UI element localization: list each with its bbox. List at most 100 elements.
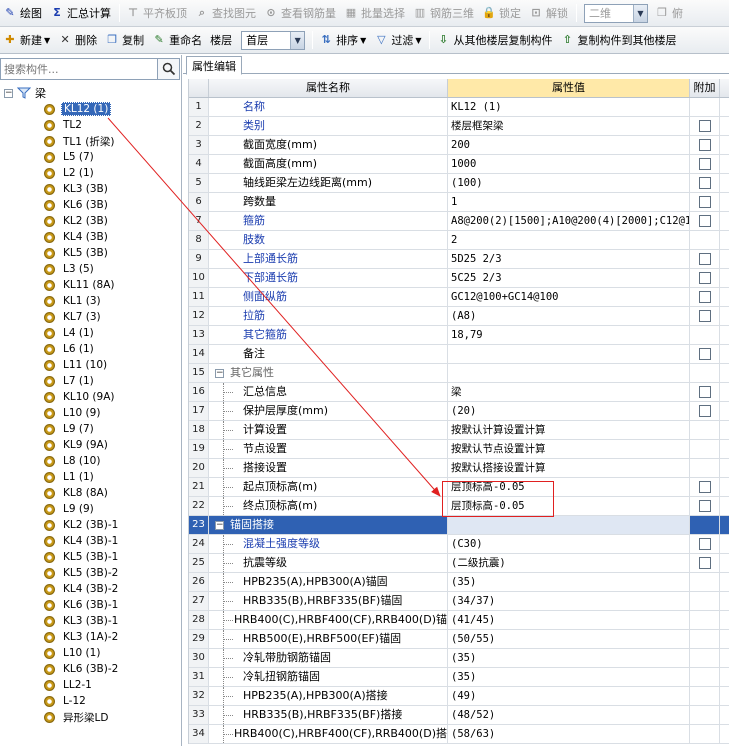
property-row[interactable]: 27 HRB335(B),HRBF335(BF)锚固 (34/37)	[189, 592, 729, 611]
tree-item[interactable]: L3 (5)	[0, 261, 180, 277]
property-row[interactable]: 10 下部通长筋 5C25 2/3	[189, 269, 729, 288]
property-value-cell[interactable]: (50/55)	[448, 630, 690, 648]
toolbar-button-lock[interactable]: 🔒 锁定	[479, 2, 524, 24]
tree-item[interactable]: TL1 (折梁)	[0, 133, 180, 149]
tree-item[interactable]: KL1 (3)	[0, 293, 180, 309]
view-mode-select[interactable]: 二维 ▼	[584, 3, 648, 23]
property-value-cell[interactable]: 2	[448, 231, 690, 249]
toolbar-button-draw[interactable]: ✎ 绘图	[0, 2, 45, 24]
property-row[interactable]: 33 HRB335(B),HRBF335(BF)搭接 (48/52)	[189, 706, 729, 725]
tree-item[interactable]: TL2	[0, 117, 180, 133]
extra-checkbox[interactable]	[698, 310, 711, 322]
property-row[interactable]: 7 箍筋 A8@200(2)[1500];A10@200(4)[2000];C12@…	[189, 212, 729, 231]
extra-checkbox[interactable]	[698, 500, 711, 512]
property-row[interactable]: 18 计算设置 按默认计算设置计算	[189, 421, 729, 440]
toolbar-button-align-top[interactable]: ⊤ 平齐板顶	[123, 2, 190, 24]
extra-checkbox[interactable]	[698, 177, 711, 189]
property-row[interactable]: 16 汇总信息 梁	[189, 383, 729, 402]
property-row[interactable]: 11 侧面纵筋 GC12@100+GC14@100	[189, 288, 729, 307]
property-value-cell[interactable]: (41/45)	[448, 611, 690, 629]
extra-checkbox[interactable]	[698, 196, 711, 208]
extra-checkbox[interactable]	[698, 158, 711, 170]
property-row[interactable]: 8 肢数 2	[189, 231, 729, 250]
property-value-cell[interactable]: 5D25 2/3	[448, 250, 690, 268]
property-row[interactable]: 12 拉筋 (A8)	[189, 307, 729, 326]
filter-button[interactable]: ▽ 过滤 ▼	[371, 29, 424, 51]
header-extra[interactable]: 附加	[690, 79, 720, 97]
property-row[interactable]: 2 类别 楼层框架梁	[189, 117, 729, 136]
tree-item[interactable]: KL5 (3B)-2	[0, 565, 180, 581]
new-button[interactable]: ✚ 新建 ▼	[0, 29, 53, 51]
tree-item[interactable]: KL3 (1A)-2	[0, 629, 180, 645]
property-value-cell[interactable]: 按默认搭接设置计算	[448, 459, 690, 477]
property-value-cell[interactable]: KL12 (1)	[448, 98, 690, 116]
tree-item[interactable]: L10 (9)	[0, 405, 180, 421]
toolbar-button-unlock[interactable]: ⊡ 解锁	[526, 2, 571, 24]
property-row[interactable]: 19 节点设置 按默认节点设置计算	[189, 440, 729, 459]
property-value-cell[interactable]: 楼层框架梁	[448, 117, 690, 135]
property-row[interactable]: 31 冷轧扭钢筋锚固 (35)	[189, 668, 729, 687]
search-input[interactable]	[0, 58, 158, 80]
tree-item[interactable]: L-12	[0, 693, 180, 709]
property-row[interactable]: 17 保护层厚度(mm) (20)	[189, 402, 729, 421]
property-row[interactable]: 20 搭接设置 按默认搭接设置计算	[189, 459, 729, 478]
tree-item[interactable]: KL2 (3B)	[0, 213, 180, 229]
property-value-cell[interactable]: 按默认节点设置计算	[448, 440, 690, 458]
tree-item[interactable]: KL2 (3B)-1	[0, 517, 180, 533]
tree-item[interactable]: KL10 (9A)	[0, 389, 180, 405]
tree-item[interactable]: KL8 (8A)	[0, 485, 180, 501]
property-row[interactable]: 30 冷轧带肋钢筋锚固 (35)	[189, 649, 729, 668]
floor-select[interactable]: 首层 ▼	[241, 30, 306, 50]
toolbar-button-rebar-3d[interactable]: ▥ 钢筋三维	[410, 2, 477, 24]
extra-checkbox[interactable]	[698, 405, 711, 417]
header-property-value[interactable]: 属性值	[448, 79, 690, 97]
property-row[interactable]: 3 截面宽度(mm) 200	[189, 136, 729, 155]
tree-item[interactable]: KL4 (3B)-2	[0, 581, 180, 597]
tree-item[interactable]: KL4 (3B)-1	[0, 533, 180, 549]
search-button[interactable]	[158, 58, 180, 80]
property-value-cell[interactable]: 梁	[448, 383, 690, 401]
collapse-icon[interactable]: −	[215, 520, 224, 530]
property-value-cell[interactable]	[448, 345, 690, 363]
tree-item[interactable]: L2 (1)	[0, 165, 180, 181]
tree-item[interactable]: KL6 (3B)-2	[0, 661, 180, 677]
tree-item[interactable]: L6 (1)	[0, 341, 180, 357]
extra-checkbox[interactable]	[698, 557, 711, 569]
tab-property-edit[interactable]: 属性编辑	[186, 56, 242, 75]
tree-item[interactable]: L7 (1)	[0, 373, 180, 389]
extra-checkbox[interactable]	[698, 215, 711, 227]
tree-item[interactable]: L8 (10)	[0, 453, 180, 469]
collapse-icon[interactable]: −	[215, 368, 224, 378]
tree-item[interactable]: L5 (7)	[0, 149, 180, 165]
extra-checkbox[interactable]	[698, 386, 711, 398]
property-value-cell[interactable]: (35)	[448, 668, 690, 686]
tree-item[interactable]: LL2-1	[0, 677, 180, 693]
extra-checkbox[interactable]	[698, 272, 711, 284]
sort-button[interactable]: ⇅ 排序 ▼	[316, 29, 369, 51]
group-row[interactable]: 23− 锚固搭接	[189, 516, 729, 535]
copy-from-floor-button[interactable]: ⇩ 从其他楼层复制构件	[433, 29, 555, 51]
copy-to-floor-button[interactable]: ⇧ 复制构件到其他楼层	[557, 29, 679, 51]
property-row[interactable]: 6 跨数量 1	[189, 193, 729, 212]
extra-checkbox[interactable]	[698, 538, 711, 550]
property-value-cell[interactable]: (C30)	[448, 535, 690, 553]
tree-item[interactable]: KL5 (3B)-1	[0, 549, 180, 565]
toolbar-button-sigma[interactable]: Σ 汇总计算	[47, 2, 114, 24]
property-row[interactable]: 1 名称 KL12 (1)	[189, 98, 729, 117]
toolbar-button-find[interactable]: ⌕ 查找图元	[192, 2, 259, 24]
tree-item[interactable]: KL9 (9A)	[0, 437, 180, 453]
tree-item[interactable]: KL5 (3B)	[0, 245, 180, 261]
property-value-cell[interactable]: (48/52)	[448, 706, 690, 724]
tree-item[interactable]: L9 (9)	[0, 501, 180, 517]
property-row[interactable]: 9 上部通长筋 5D25 2/3	[189, 250, 729, 269]
property-value-cell[interactable]: (100)	[448, 174, 690, 192]
property-row[interactable]: 34 HRB400(C),HRBF400(CF),RRB400(D)搭 (58/63…	[189, 725, 729, 744]
delete-button[interactable]: ✕ 删除	[55, 29, 100, 51]
property-row[interactable]: 4 截面高度(mm) 1000	[189, 155, 729, 174]
property-value-cell[interactable]: (20)	[448, 402, 690, 420]
property-value-cell[interactable]: 18,79	[448, 326, 690, 344]
tree-item[interactable]: L10 (1)	[0, 645, 180, 661]
property-value-cell[interactable]: (34/37)	[448, 592, 690, 610]
tree-item[interactable]: L11 (10)	[0, 357, 180, 373]
property-row[interactable]: 26 HPB235(A),HPB300(A)锚固 (35)	[189, 573, 729, 592]
